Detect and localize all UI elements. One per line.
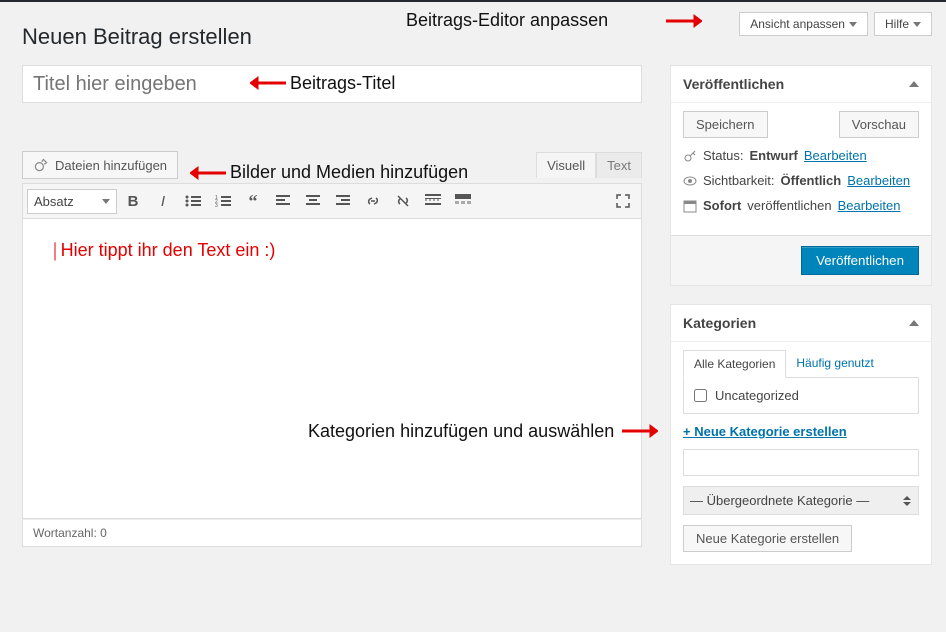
schedule-suffix: veröffentlichen (747, 198, 831, 213)
hilfe-button[interactable]: Hilfe (874, 12, 932, 36)
align-center-button[interactable] (299, 188, 327, 214)
chevron-down-icon (913, 22, 921, 27)
add-category-link[interactable]: + Neue Kategorie erstellen (683, 424, 847, 439)
align-left-button[interactable] (269, 188, 297, 214)
link-button[interactable] (359, 188, 387, 214)
category-label: Uncategorized (715, 388, 799, 403)
key-icon (683, 149, 697, 163)
parent-category-label: — Übergeordnete Kategorie — (690, 493, 869, 508)
preview-button[interactable]: Vorschau (839, 111, 919, 138)
publish-button[interactable]: Veröffentlichen (801, 246, 919, 275)
calendar-icon (683, 199, 697, 213)
add-media-button[interactable]: Dateien hinzufügen (22, 151, 178, 179)
collapse-icon (909, 81, 919, 87)
fullscreen-button[interactable] (609, 188, 637, 214)
hilfe-label: Hilfe (885, 17, 909, 31)
visibility-label: Sichtbarkeit: (703, 173, 775, 188)
cat-tab-frequent[interactable]: Häufig genutzt (786, 350, 883, 377)
align-right-button[interactable] (329, 188, 357, 214)
editor-content[interactable]: | Hier tippt ihr den Text ein :) (22, 219, 642, 519)
publish-box-header[interactable]: Veröffentlichen (671, 66, 931, 103)
publish-box: Veröffentlichen Speichern Vorschau Statu… (670, 65, 932, 286)
edit-status-link[interactable]: Bearbeiten (804, 148, 867, 163)
collapse-icon (909, 320, 919, 326)
ansicht-anpassen-button[interactable]: Ansicht anpassen (739, 12, 868, 36)
page-title: Neuen Beitrag erstellen (22, 24, 252, 50)
chevron-down-icon (849, 22, 857, 27)
parent-category-select[interactable]: — Übergeordnete Kategorie — (683, 486, 919, 515)
word-count: Wortanzahl: 0 (22, 519, 642, 547)
category-item[interactable]: Uncategorized (694, 388, 908, 403)
tab-text[interactable]: Text (596, 152, 642, 178)
blockquote-button[interactable]: “ (239, 188, 267, 214)
readmore-button[interactable] (419, 188, 447, 214)
tab-visual[interactable]: Visuell (536, 152, 596, 178)
unlink-button[interactable] (389, 188, 417, 214)
add-media-label: Dateien hinzufügen (55, 158, 167, 173)
status-label: Status: (703, 148, 743, 163)
italic-button[interactable]: I (149, 188, 177, 214)
cat-tab-all[interactable]: Alle Kategorien (683, 350, 786, 378)
new-category-input[interactable] (683, 449, 919, 476)
title-input[interactable] (22, 65, 642, 103)
save-draft-button[interactable]: Speichern (683, 111, 768, 138)
category-checkbox[interactable] (694, 389, 707, 402)
format-label: Absatz (34, 194, 74, 209)
editor-sample-text: Hier tippt ihr den Text ein :) (61, 240, 276, 260)
create-category-button[interactable]: Neue Kategorie erstellen (683, 525, 852, 552)
ansicht-label: Ansicht anpassen (750, 17, 845, 31)
format-select[interactable]: Absatz (27, 189, 117, 214)
categories-box-title: Kategorien (683, 315, 756, 331)
publish-box-title: Veröffentlichen (683, 76, 784, 92)
edit-visibility-link[interactable]: Bearbeiten (847, 173, 910, 188)
svg-text:3: 3 (215, 203, 218, 208)
schedule-prefix: Sofort (703, 198, 741, 213)
annotation-editor-anpassen: Beitrags-Editor anpassen (406, 10, 608, 31)
bullet-list-button[interactable] (179, 188, 207, 214)
status-value: Entwurf (749, 148, 797, 163)
numbered-list-button[interactable]: 123 (209, 188, 237, 214)
edit-schedule-link[interactable]: Bearbeiten (838, 198, 901, 213)
categories-box-header[interactable]: Kategorien (671, 305, 931, 342)
chevron-down-icon (102, 199, 110, 204)
visibility-value: Öffentlich (781, 173, 842, 188)
categories-box: Kategorien Alle Kategorien Häufig genutz… (670, 304, 932, 565)
eye-icon (683, 174, 697, 188)
media-icon (33, 157, 49, 173)
bold-button[interactable]: B (119, 188, 147, 214)
toolbar-toggle-button[interactable] (449, 188, 477, 214)
editor-toolbar: Absatz B I 123 “ (22, 183, 642, 219)
select-arrows-icon (902, 496, 912, 506)
